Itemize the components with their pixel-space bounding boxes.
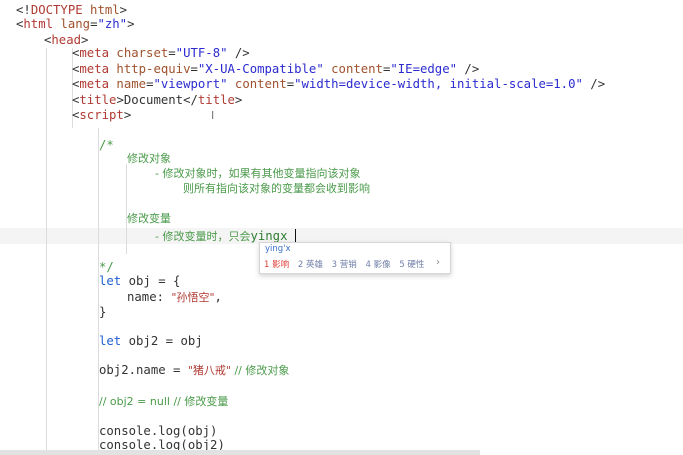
code-line-name-prop: name: "孙悟空",: [16, 289, 222, 305]
token: meta: [79, 46, 110, 60]
token: content: [227, 77, 287, 91]
token: meta: [79, 77, 110, 91]
token: obj = {: [121, 274, 181, 288]
token: />: [582, 77, 606, 91]
code-editor[interactable]: <!DOCTYPE html> <html lang="zh"> <head> …: [0, 0, 683, 455]
token: let: [99, 334, 122, 348]
code-line-title: <title>Document</title>: [16, 92, 242, 108]
token: name:: [127, 290, 172, 304]
token: >: [116, 93, 124, 107]
token: "zh": [97, 17, 128, 31]
code-line-script: <script>: [16, 107, 131, 123]
token: DOCTYPE: [30, 3, 83, 17]
ime-candidate[interactable]: 2 英雄: [298, 258, 323, 270]
token: name: [109, 77, 147, 91]
ime-pinyin: ying'x: [265, 244, 291, 254]
token: http-equiv: [109, 62, 191, 76]
token: "viewport": [153, 77, 228, 91]
code-line-comment: 修改变量: [127, 212, 171, 225]
token: lang: [53, 17, 91, 31]
token: // obj2 = null // 修改变量: [99, 395, 229, 408]
code-line-meta-compat: <meta http-equiv="X-UA-Compatible" conte…: [16, 61, 479, 77]
ime-composition-text: yingx: [250, 229, 288, 243]
token: "孙悟空": [171, 291, 215, 304]
ime-candidate-popup[interactable]: ying'x 1 影响 2 英雄 3 营销 4 影像 5 硬性 ›: [259, 242, 451, 274]
token: // 修改对象: [230, 364, 290, 377]
code-line-null-comment: // obj2 = null // 修改变量: [16, 393, 228, 409]
token: ,: [214, 290, 222, 304]
token: =: [168, 46, 176, 60]
token: obj2.name =: [99, 363, 188, 377]
token: title: [79, 93, 117, 107]
code-line-close-brace: }: [99, 305, 107, 319]
ime-candidate[interactable]: 4 影像: [365, 258, 390, 270]
token: obj2 = obj: [121, 334, 203, 348]
code-line-meta-viewport: <meta name="viewport" content="width=dev…: [16, 76, 605, 92]
code-line-html: <html lang="zh">: [16, 16, 135, 32]
token: <!: [16, 3, 31, 17]
horizontal-scrollbar[interactable]: [0, 450, 480, 455]
token: />: [457, 62, 480, 76]
token: content: [323, 62, 383, 76]
ime-candidate[interactable]: 1 影响: [264, 258, 289, 270]
mouse-ibeam-cursor: I: [211, 109, 215, 122]
text-cursor: [295, 229, 296, 243]
comment-text: - 修改变量时，只会: [155, 230, 251, 243]
code-line-comment: 则所有指向该对象的变量都会收到影响: [183, 182, 370, 195]
token: script: [79, 108, 124, 122]
token: </: [183, 93, 198, 107]
token: "X-UA-Compatible": [197, 62, 324, 76]
token: html: [82, 3, 120, 17]
code-line-comment-editing: - 修改变量时，只会yingx: [16, 228, 288, 244]
token: =: [190, 62, 198, 76]
token: "IE=edge": [390, 62, 458, 76]
code-line-assign: obj2.name = "猪八戒" // 修改对象: [16, 362, 289, 378]
code-line-comment: - 修改对象时，如果有其他变量指向该对象: [155, 167, 361, 180]
token: Document: [123, 93, 184, 107]
token: >: [119, 3, 128, 17]
token: >: [127, 17, 135, 31]
ime-candidate-list: 1 影响 2 英雄 3 营销 4 影像 5 硬性: [264, 258, 430, 270]
code-line-comment: 修改对象: [127, 152, 171, 165]
token: "UTF-8": [175, 46, 228, 60]
token: charset: [109, 46, 169, 60]
token: >: [123, 108, 132, 122]
token: meta: [79, 62, 110, 76]
token: let: [99, 274, 122, 288]
token: title: [197, 93, 235, 107]
chevron-right-icon[interactable]: ›: [436, 257, 440, 268]
code-line-let-obj2: let obj2 = obj: [16, 333, 203, 349]
token: html: [23, 17, 54, 31]
token: "width=device-width, initial-scale=1.0": [294, 77, 583, 91]
ime-candidate[interactable]: 3 营销: [332, 258, 357, 270]
token: />: [227, 46, 250, 60]
ime-candidate[interactable]: 5 硬性: [399, 258, 424, 270]
code-line-meta-charset: <meta charset="UTF-8" />: [16, 45, 250, 61]
code-line-let-obj: let obj = {: [16, 273, 180, 289]
token: >: [234, 93, 243, 107]
token: "猪八戒": [187, 364, 231, 377]
